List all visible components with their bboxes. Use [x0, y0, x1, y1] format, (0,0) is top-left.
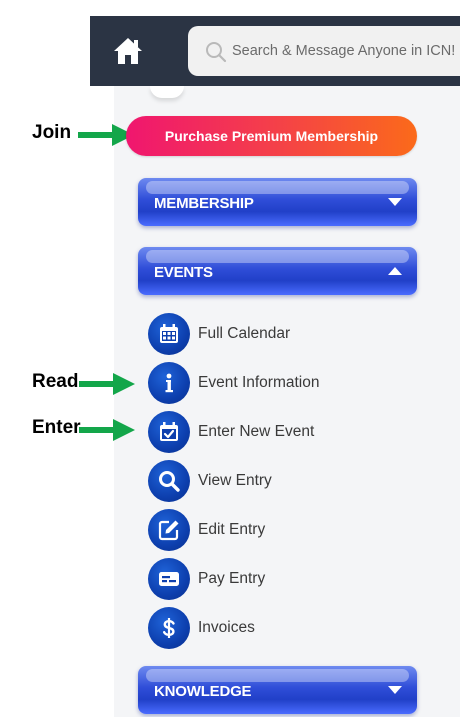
- section-title: EVENTS: [154, 264, 213, 281]
- search-bar[interactable]: [188, 26, 460, 76]
- menu-item-label: Edit Entry: [198, 521, 266, 538]
- icon-circle: [148, 460, 190, 502]
- icon-circle: [148, 313, 190, 355]
- info-icon: [165, 373, 173, 393]
- chevron-up-icon: [388, 267, 402, 275]
- chevron-down-icon: [388, 686, 402, 694]
- menu-item-label: Enter New Event: [198, 423, 315, 440]
- read-arrow-icon: [79, 373, 135, 395]
- edit-icon: [158, 520, 179, 541]
- home-button[interactable]: [112, 35, 144, 67]
- section-knowledge[interactable]: KNOWLEDGE: [138, 666, 417, 714]
- section-events[interactable]: EVENTS: [138, 247, 417, 295]
- icon-circle: [148, 362, 190, 404]
- menu-item-pay-entry[interactable]: Pay Entry: [148, 558, 398, 600]
- section-membership[interactable]: MEMBERSHIP: [138, 178, 417, 226]
- join-annotation: Join: [32, 122, 72, 143]
- menu-item-enter-new-event[interactable]: Enter New Event: [148, 411, 398, 453]
- home-icon: [114, 38, 142, 64]
- search-icon: [159, 471, 180, 492]
- icon-circle: [148, 411, 190, 453]
- read-annotation: Read: [32, 371, 79, 392]
- icon-circle: [148, 558, 190, 600]
- icon-circle: [148, 509, 190, 551]
- menu-item-view-entry[interactable]: View Entry: [148, 460, 398, 502]
- menu-item-label: Invoices: [198, 619, 255, 636]
- purchase-premium-button[interactable]: Purchase Premium Membership: [126, 116, 417, 156]
- gloss-highlight: [146, 669, 409, 682]
- calendar-check-icon: [160, 422, 178, 441]
- search-input[interactable]: [232, 39, 456, 63]
- top-bar: [90, 16, 460, 86]
- calendar-icon: [160, 324, 178, 343]
- enter-arrow-icon: [79, 419, 135, 441]
- menu-item-label: Full Calendar: [198, 325, 291, 342]
- gloss-highlight: [146, 250, 409, 263]
- search-icon: [206, 42, 227, 63]
- enter-annotation: Enter: [32, 417, 81, 438]
- menu-item-invoices[interactable]: Invoices: [148, 607, 398, 649]
- section-title: MEMBERSHIP: [154, 195, 254, 212]
- menu-item-label: Pay Entry: [198, 570, 266, 587]
- menu-item-label: View Entry: [198, 472, 272, 489]
- chevron-down-icon: [388, 198, 402, 206]
- gloss-highlight: [146, 181, 409, 194]
- section-title: KNOWLEDGE: [154, 683, 252, 700]
- dollar-icon: [163, 618, 175, 638]
- menu-item-edit-entry[interactable]: Edit Entry: [148, 509, 398, 551]
- icon-circle: [148, 607, 190, 649]
- menu-item-full-calendar[interactable]: Full Calendar: [148, 313, 398, 355]
- menu-item-event-information[interactable]: Event Information: [148, 362, 398, 404]
- payment-card-icon: [159, 572, 179, 586]
- menu-item-label: Event Information: [198, 374, 320, 391]
